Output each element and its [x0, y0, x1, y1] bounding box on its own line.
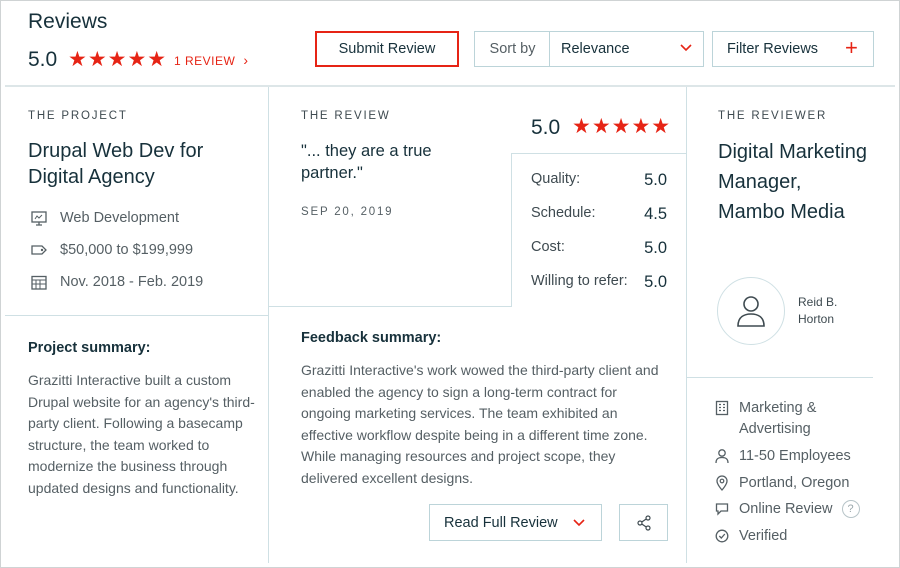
score-quality: Quality: 5.0: [531, 171, 667, 190]
sort-by-label: Sort by: [489, 41, 536, 57]
score-value: 5.0: [644, 171, 667, 189]
header-divider: [5, 85, 895, 87]
dates-row: Nov. 2018 - Feb. 2019: [30, 273, 203, 291]
score-label: Willing to refer:: [531, 273, 628, 289]
verified-text: Verified: [739, 528, 788, 544]
feedback-summary-heading: Feedback summary:: [301, 330, 442, 346]
dates-text: Nov. 2018 - Feb. 2019: [60, 274, 204, 290]
submit-review-button[interactable]: Submit Review: [315, 31, 459, 67]
overall-rating: 5.0: [28, 48, 58, 71]
sort-by-dropdown[interactable]: Sort by Relevance: [474, 31, 704, 67]
score-value: 5.0: [644, 239, 667, 257]
scores-top-divider: [511, 153, 686, 154]
review-stars: ★★★★★: [572, 115, 672, 138]
share-button[interactable]: [619, 504, 668, 541]
review-quote: "... they are a true partner.": [301, 142, 432, 182]
help-mark: ?: [847, 503, 854, 515]
calendar-icon: [30, 273, 48, 291]
price-tag-icon: [30, 241, 48, 259]
reviewer-section-label: THE REVIEWER: [718, 110, 828, 122]
location-row: Portland, Oregon: [715, 473, 849, 494]
feedback-summary-text: Grazitti Interactive's work wowed the th…: [301, 362, 659, 486]
help-icon[interactable]: ?: [841, 500, 860, 518]
review-date: SEP 20, 2019: [301, 206, 394, 218]
chevron-down-icon: [573, 519, 585, 527]
company-size-row: 11-50 Employees: [715, 446, 851, 467]
service-row: Web Development: [30, 209, 179, 227]
review-feedback-divider: [269, 306, 511, 307]
building-icon: [715, 398, 731, 440]
review-section-label: THE REVIEW: [301, 110, 391, 122]
user-icon: [735, 294, 767, 328]
filter-reviews-label: Filter Reviews: [727, 41, 819, 57]
review-type-row: Online Review ?: [715, 499, 860, 520]
verified-row: Verified: [715, 526, 787, 547]
chat-bubble-icon: [715, 499, 731, 520]
person-icon: [715, 446, 731, 467]
score-label: Schedule:: [531, 205, 596, 221]
score-value: 5.0: [644, 273, 667, 291]
read-full-review-label: Read Full Review: [444, 514, 558, 531]
page-title: Reviews: [28, 10, 108, 33]
monitor-icon: [30, 209, 48, 227]
sort-divider: [549, 32, 550, 66]
chevron-down-icon: [680, 44, 692, 52]
industry-row: Marketing & Advertising: [715, 398, 839, 440]
filter-reviews-button[interactable]: Filter Reviews +: [712, 31, 874, 67]
industry-text: Marketing & Advertising: [739, 400, 817, 437]
reviews-panel: Reviews 5.0 ★★★★★ 1 REVIEW › Submit Revi…: [0, 0, 900, 568]
score-cost: Cost: 5.0: [531, 239, 667, 258]
avatar: [717, 277, 785, 345]
project-title: Drupal Web Dev for Digital Agency: [28, 140, 204, 188]
overall-stars: ★★★★★: [68, 48, 168, 71]
reviewer-title: Digital Marketing Manager, Mambo Media: [718, 141, 867, 223]
location-pin-icon: [715, 473, 731, 494]
plus-icon: +: [845, 35, 858, 60]
column-divider-1: [268, 87, 269, 563]
project-section-label: THE PROJECT: [28, 110, 128, 122]
project-summary-heading: Project summary:: [28, 340, 151, 356]
scores-divider: [511, 153, 512, 307]
read-full-review-button[interactable]: Read Full Review: [429, 504, 602, 541]
review-count: 1 REVIEW: [174, 54, 236, 68]
project-summary-text: Grazitti Interactive built a custom Drup…: [28, 372, 255, 496]
budget-text: $50,000 to $199,999: [60, 242, 194, 258]
sort-by-value: Relevance: [561, 41, 630, 57]
score-label: Cost:: [531, 239, 565, 255]
check-circle-icon: [715, 526, 731, 547]
service-text: Web Development: [60, 210, 180, 226]
score-value: 4.5: [644, 205, 667, 223]
share-icon: [636, 514, 652, 531]
reviewer-divider: [687, 377, 873, 378]
company-size-text: 11-50 Employees: [739, 448, 851, 464]
chevron-right-icon: ›: [243, 52, 249, 68]
score-label: Quality:: [531, 171, 581, 187]
score-willing-to-refer: Willing to refer: 5.0: [531, 273, 667, 292]
column-divider-2: [686, 87, 687, 563]
location-text: Portland, Oregon: [739, 475, 850, 491]
budget-row: $50,000 to $199,999: [30, 241, 193, 259]
score-schedule: Schedule: 4.5: [531, 205, 667, 224]
reviewer-name: Reid B. Horton: [798, 295, 838, 326]
submit-review-label: Submit Review: [338, 41, 436, 57]
project-summary-divider: [5, 315, 268, 316]
review-count-link[interactable]: 1 REVIEW ›: [174, 52, 249, 68]
review-type-text: Online Review: [739, 501, 833, 517]
review-rating: 5.0: [531, 116, 561, 139]
